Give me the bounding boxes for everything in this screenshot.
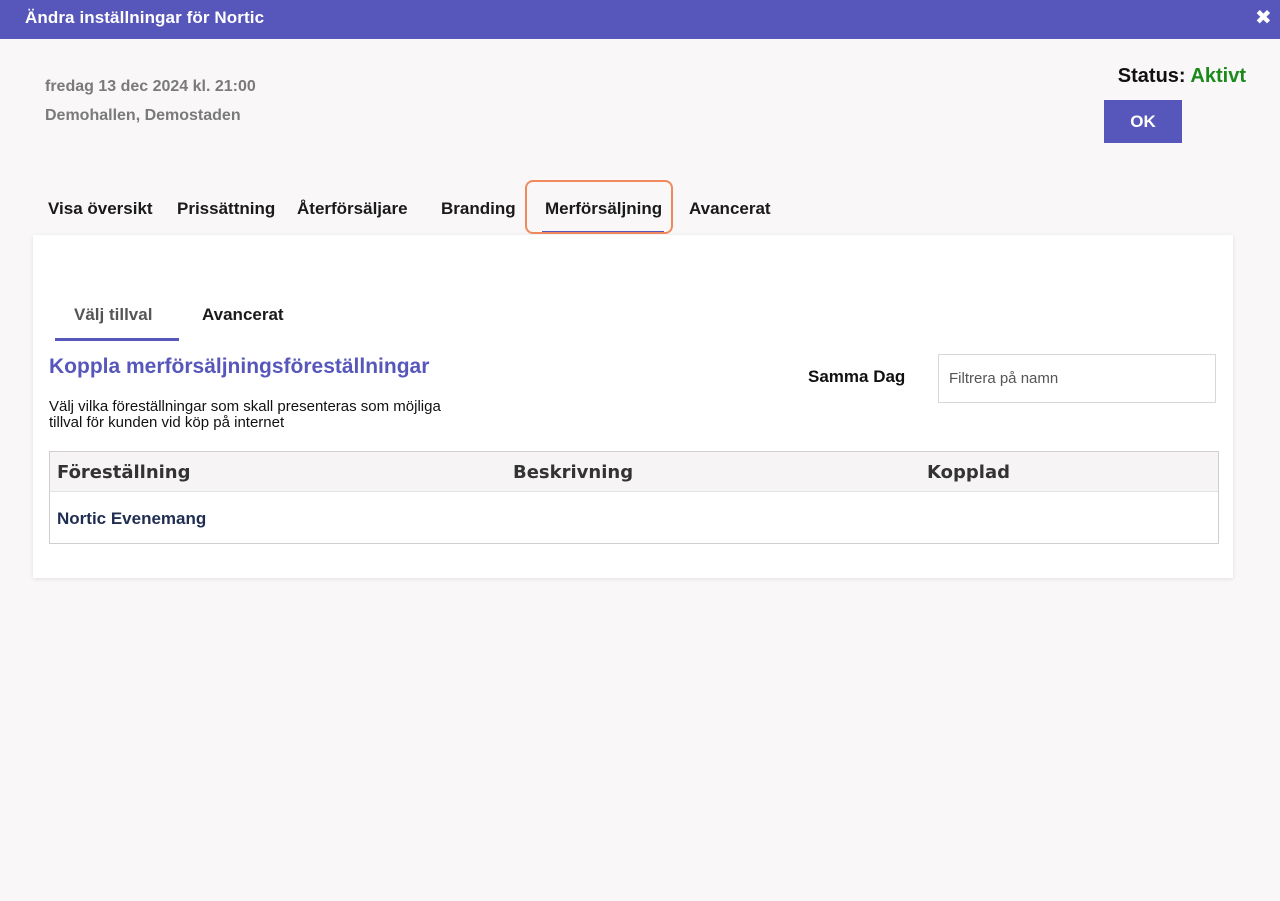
section-title: Koppla merförsäljningsföreställningar <box>49 355 430 378</box>
content-panel: Välj tillval Avancerat Koppla merförsälj… <box>33 235 1233 578</box>
subtab-valj-tillval[interactable]: Välj tillval <box>74 305 152 325</box>
upsell-table: Föreställning Beskrivning Kopplad Nortic… <box>49 451 1219 544</box>
title-bar: Ändra inställningar för Nortic ✖ <box>0 0 1280 39</box>
tab-prissattning[interactable]: Prissättning <box>177 199 275 219</box>
subtab-avancerat[interactable]: Avancerat <box>202 305 284 325</box>
ok-button[interactable]: OK <box>1104 100 1182 143</box>
column-header-beskrivning: Beskrivning <box>513 462 634 483</box>
section-description: Välj vilka föreställningar som skall pre… <box>49 398 441 431</box>
row-name[interactable]: Nortic Evenemang <box>57 509 206 529</box>
table-header: Föreställning Beskrivning Kopplad <box>50 452 1218 492</box>
status-label: Status: <box>1117 65 1186 87</box>
same-day-label: Samma Dag <box>808 367 906 386</box>
filter-name-input[interactable] <box>938 354 1216 403</box>
tab-avancerat[interactable]: Avancerat <box>689 199 771 219</box>
active-subtab-underline <box>55 338 179 341</box>
active-tab-highlight <box>525 180 673 234</box>
close-icon[interactable]: ✖ <box>1255 8 1272 28</box>
window-title: Ändra inställningar för Nortic <box>25 8 265 27</box>
tab-branding[interactable]: Branding <box>441 199 516 219</box>
event-date: fredag 13 dec 2024 kl. 21:00 <box>45 78 256 95</box>
table-row[interactable]: Nortic Evenemang <box>50 492 1218 544</box>
tab-visa-oversikt[interactable]: Visa översikt <box>48 199 153 219</box>
tab-aterforsaljare[interactable]: Återförsäljare <box>297 199 408 219</box>
status-value: Aktivt <box>1190 65 1246 87</box>
column-header-kopplad: Kopplad <box>927 462 1010 483</box>
column-header-forestallning: Föreställning <box>57 462 191 483</box>
event-venue: Demohallen, Demostaden <box>45 107 241 124</box>
status-indicator: Status: Aktivt <box>1118 65 1246 88</box>
